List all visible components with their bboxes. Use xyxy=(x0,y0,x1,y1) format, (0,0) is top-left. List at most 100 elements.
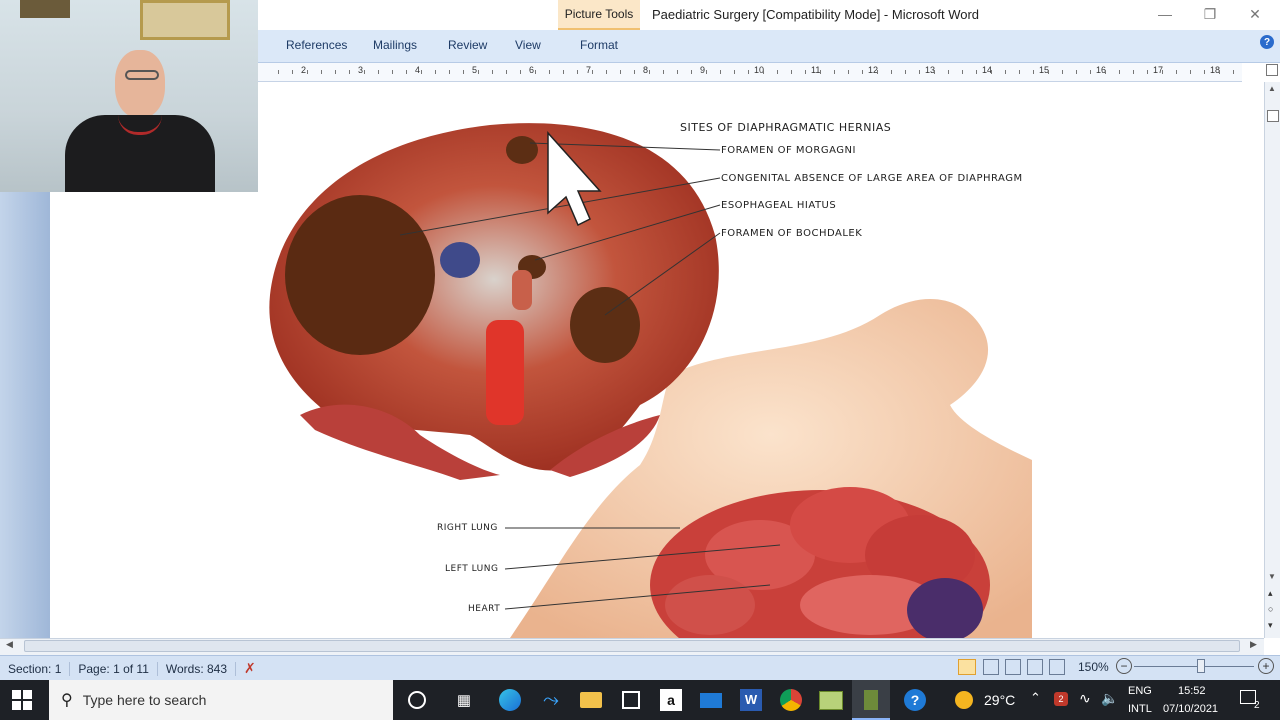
picture-tools-contextual-tab[interactable]: Picture Tools xyxy=(558,0,640,30)
ruler-tick xyxy=(748,70,750,74)
tab-format[interactable]: Format xyxy=(580,38,618,52)
ruler-tick xyxy=(1061,70,1063,74)
ruler-tick xyxy=(1232,70,1234,74)
ruler-tick xyxy=(577,70,579,74)
weather-sun-icon[interactable] xyxy=(955,691,973,709)
diagram-title: SITES OF DIAPHRAGMATIC HERNIAS xyxy=(680,121,892,134)
esophagus xyxy=(512,270,532,310)
outline-view-icon[interactable] xyxy=(1027,659,1043,675)
ruler-tick xyxy=(634,70,636,74)
zoom-level[interactable]: 150% xyxy=(1078,660,1109,674)
view-ruler-toggle-icon[interactable] xyxy=(1266,64,1278,76)
ruler-tick xyxy=(848,70,849,74)
proofing-icon[interactable]: ✗ xyxy=(236,660,264,677)
web-layout-icon[interactable] xyxy=(1005,659,1021,675)
vertical-scrollbar[interactable]: ▲ ▼ ▴ ○ ▾ xyxy=(1264,82,1280,638)
ruler-tick xyxy=(449,70,450,74)
screen-recorder-icon[interactable] xyxy=(857,686,885,714)
windows-start-icon[interactable] xyxy=(10,688,34,712)
help-app-icon[interactable]: ? xyxy=(901,686,929,714)
ruler-tick xyxy=(463,70,465,74)
status-section[interactable]: Section: 1 xyxy=(0,661,71,676)
next-page-icon[interactable]: ▾ xyxy=(1268,620,1273,631)
ruler-tick xyxy=(1147,70,1149,74)
close-button[interactable]: ✕ xyxy=(1240,4,1270,24)
close-icon: ✕ xyxy=(1249,5,1261,22)
ruler-number: 7 xyxy=(586,65,592,75)
ruler-tick xyxy=(677,70,678,74)
wifi-icon[interactable]: ∿ xyxy=(1079,690,1091,707)
ruler-tick xyxy=(762,70,764,74)
ruler-tick xyxy=(563,70,564,74)
volume-icon[interactable]: 🔈 xyxy=(1101,690,1118,707)
taskbar-search-box[interactable]: ⚲ Type here to search xyxy=(49,680,393,720)
status-words[interactable]: Words: 843 xyxy=(158,661,237,676)
ruler-number: 8 xyxy=(643,65,649,75)
ruler-tick xyxy=(805,70,807,74)
minimize-icon: — xyxy=(1158,6,1172,22)
scroll-up-icon[interactable]: ▲ xyxy=(1268,84,1276,93)
chrome-icon[interactable] xyxy=(777,686,805,714)
webcam-overlay xyxy=(0,0,258,192)
restore-icon: ❐ xyxy=(1203,5,1217,22)
file-explorer-icon[interactable] xyxy=(577,686,605,714)
scroll-right-icon[interactable]: ▶ xyxy=(1250,639,1257,650)
ruler-tick xyxy=(1090,70,1092,74)
tab-mailings[interactable]: Mailings xyxy=(373,38,417,52)
show-hidden-icons-icon[interactable]: ⌃ xyxy=(1030,690,1041,706)
help-icon[interactable]: ? xyxy=(1260,35,1274,49)
horizontal-ruler[interactable]: 2 3 4 5 6 7 8 9 10 11 12 13 14 15 16 17 … xyxy=(258,63,1242,82)
zoom-slider-track[interactable] xyxy=(1134,666,1254,667)
tab-view[interactable]: View xyxy=(515,38,541,52)
ruler-tick xyxy=(620,70,621,74)
tab-references[interactable]: References xyxy=(286,38,347,52)
horizontal-scroll-thumb[interactable] xyxy=(24,640,1240,652)
cortana-icon[interactable] xyxy=(403,686,431,714)
label-heart: HEART xyxy=(468,604,501,614)
edge-icon[interactable] xyxy=(496,686,524,714)
zoom-out-icon[interactable]: − xyxy=(1116,658,1132,674)
ruler-tick xyxy=(1033,70,1035,74)
view-ruler-icon[interactable] xyxy=(1267,110,1279,122)
word-icon[interactable]: W xyxy=(737,686,765,714)
language-bottom[interactable]: INTL xyxy=(1128,703,1152,715)
draft-view-icon[interactable] xyxy=(1049,659,1065,675)
language-top[interactable]: ENG xyxy=(1128,685,1152,697)
scroll-down-icon[interactable]: ▼ xyxy=(1268,572,1276,581)
weather-temperature[interactable]: 29°C xyxy=(984,692,1015,708)
scroll-left-icon[interactable]: ◀ xyxy=(6,639,13,650)
zoom-in-icon[interactable]: + xyxy=(1258,658,1274,674)
clock-date[interactable]: 07/10/2021 xyxy=(1163,703,1218,715)
amazon-icon[interactable]: a xyxy=(657,686,685,714)
print-layout-view-icon[interactable] xyxy=(958,659,976,675)
ruler-number: 5 xyxy=(472,65,478,75)
ruler-tick xyxy=(292,70,294,74)
store-icon[interactable] xyxy=(617,686,645,714)
clock-time[interactable]: 15:52 xyxy=(1178,685,1206,697)
ruler-tick xyxy=(890,70,892,74)
ruler-tick xyxy=(1204,70,1206,74)
ruler-tick xyxy=(791,70,792,74)
ruler-tick xyxy=(919,70,921,74)
notification-app-badge[interactable]: 2 xyxy=(1054,692,1068,706)
mail-icon[interactable] xyxy=(697,686,725,714)
ruler-number: 3 xyxy=(358,65,364,75)
task-view-icon[interactable]: ▦ xyxy=(450,686,478,714)
ruler-tick xyxy=(548,70,550,74)
minimize-button[interactable]: — xyxy=(1150,4,1180,24)
ruler-tick xyxy=(1190,70,1191,74)
browse-object-icon[interactable]: ○ xyxy=(1268,604,1273,614)
diaphragm-illustration[interactable] xyxy=(260,85,1040,638)
ruler-tick xyxy=(1161,70,1163,74)
person-head xyxy=(115,50,165,118)
full-screen-reading-icon[interactable] xyxy=(983,659,999,675)
ruler-tick xyxy=(1004,70,1006,74)
ruler-tick xyxy=(1104,70,1106,74)
restore-button[interactable]: ❐ xyxy=(1195,4,1225,24)
previous-page-icon[interactable]: ▴ xyxy=(1268,588,1273,599)
app-bolt-icon[interactable]: ⤳ xyxy=(537,686,565,714)
zoom-slider-thumb[interactable] xyxy=(1197,659,1205,673)
image-viewer-icon[interactable] xyxy=(817,686,845,714)
status-page[interactable]: Page: 1 of 11 xyxy=(70,661,158,676)
tab-review[interactable]: Review xyxy=(448,38,487,52)
